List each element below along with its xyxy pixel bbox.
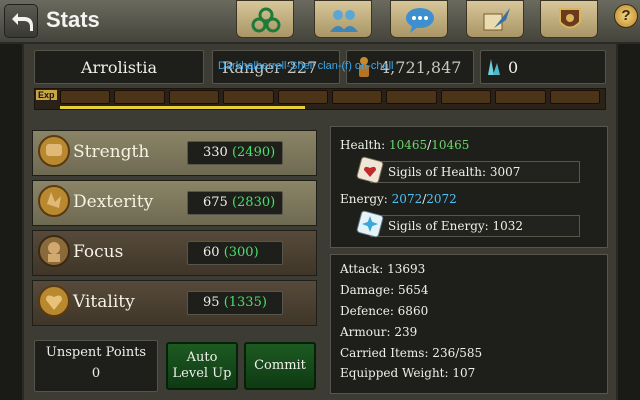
stat-row-vitality[interactable]: Vitality 95 (1335) — [32, 280, 317, 326]
exp-segment — [549, 90, 600, 104]
page-title: Stats — [46, 7, 100, 32]
tab-quests[interactable] — [466, 0, 524, 38]
stat-row-strength[interactable]: Strength 330 (2490) — [32, 130, 317, 176]
hand-icon — [38, 185, 70, 217]
stat-name-dexterity: Dexterity — [73, 192, 154, 212]
exp-segment — [60, 90, 111, 104]
exp-fill — [60, 106, 305, 109]
stat-value-strength: 330 (2490) — [203, 145, 276, 160]
sigils-energy: Sigils of Energy: 1032 — [388, 219, 524, 233]
tab-chat[interactable] — [390, 0, 448, 38]
stat-bonus-focus: (300) — [223, 245, 259, 260]
exp-segment — [223, 90, 274, 104]
tab-talents[interactable] — [236, 0, 294, 38]
tab-guild[interactable] — [540, 0, 598, 38]
stat-name-strength: Strength — [73, 142, 150, 162]
crystal-icon — [488, 59, 500, 75]
stat-name-vitality: Vitality — [73, 292, 135, 312]
character-name: Arrolistia — [80, 58, 157, 77]
energy-max: 2072 — [426, 192, 457, 206]
stat-value-vitality: 95 (1335) — [203, 295, 267, 310]
back-arrow-icon — [12, 13, 33, 31]
back-button[interactable] — [4, 4, 38, 38]
attack-stat: Attack: 13693 — [340, 262, 426, 276]
clan-overlay-text: Darkhalberrell-Shell clan-(f) on-chall — [218, 60, 394, 72]
stat-bonus-dexterity: (2830) — [231, 195, 276, 210]
exp-label: Exp — [36, 90, 57, 100]
quill-scroll-icon — [483, 8, 510, 31]
triskele-icon — [251, 7, 281, 33]
stat-row-focus[interactable]: Focus 60 (300) — [32, 230, 317, 276]
health-sigil-icon — [356, 156, 384, 184]
stat-value-focus: 60 (300) — [203, 245, 259, 260]
unspent-points-value: 0 — [91, 366, 101, 381]
defence-stat: Defence: 6860 — [340, 304, 429, 318]
energy-label: Energy: — [340, 192, 388, 206]
auto-level-up-button[interactable]: Auto Level Up — [166, 342, 238, 390]
unspent-points-label: Unspent Points — [45, 345, 147, 360]
exp-segment — [168, 90, 220, 104]
auto-level-up-label-1: Auto — [186, 350, 218, 365]
eye-head-icon — [38, 235, 70, 267]
help-button[interactable]: ? — [614, 4, 638, 28]
stat-value-dexterity: 675 (2830) — [203, 195, 276, 210]
shield-banner-icon — [559, 8, 581, 29]
health-max: 10465 — [431, 138, 470, 152]
armour-stat: Armour: 239 — [340, 325, 418, 339]
people-icon — [330, 10, 358, 32]
exp-segment — [332, 90, 383, 104]
auto-level-up-label-2: Level Up — [172, 366, 232, 381]
stat-bonus-strength: (2490) — [231, 145, 276, 160]
gems-amount: 0 — [508, 58, 519, 77]
energy-line: Energy: 2072/2072 — [340, 192, 457, 206]
energy-current: 2072 — [391, 192, 423, 206]
equipped-weight-stat: Equipped Weight: 107 — [340, 366, 476, 380]
damage-stat: Damage: 5654 — [340, 283, 429, 297]
health-line: Health: 10465/10465 — [340, 138, 470, 152]
exp-segment — [495, 90, 546, 104]
energy-sigil-icon — [356, 210, 384, 238]
exp-segment — [440, 90, 492, 104]
fist-icon — [38, 135, 70, 167]
tab-social[interactable] — [314, 0, 372, 38]
stat-row-dexterity[interactable]: Dexterity 675 (2830) — [32, 180, 317, 226]
speech-bubble-icon — [406, 8, 434, 33]
heart-flame-icon — [38, 285, 70, 317]
health-label: Health: — [340, 138, 386, 152]
health-current: 10465 — [388, 138, 428, 152]
sigils-health: Sigils of Health: 3007 — [388, 165, 521, 179]
exp-segment — [114, 90, 165, 104]
stat-bonus-vitality: (1335) — [223, 295, 267, 310]
commit-button[interactable]: Commit — [244, 342, 316, 390]
exp-segment — [277, 90, 328, 104]
stat-name-focus: Focus — [73, 242, 124, 262]
carried-items-stat: Carried Items: 236/585 — [340, 346, 483, 360]
exp-segment — [386, 90, 437, 104]
